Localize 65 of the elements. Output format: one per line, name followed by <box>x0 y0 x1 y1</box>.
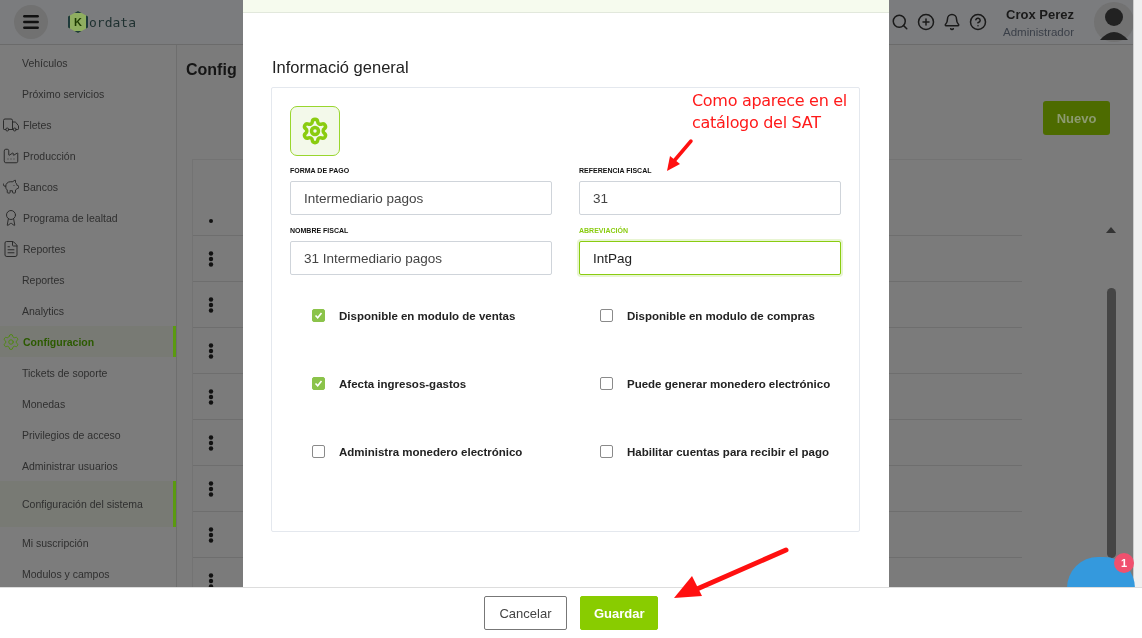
arrow-icon <box>664 139 694 173</box>
logo-mark: K <box>68 11 88 33</box>
window-scrollbar[interactable] <box>1133 0 1142 588</box>
check-icon <box>314 311 323 320</box>
checkbox[interactable] <box>600 309 613 322</box>
scroll-up-icon[interactable] <box>1106 227 1116 233</box>
sidebar-item[interactable]: Bancos <box>0 171 176 202</box>
avatar[interactable] <box>1094 2 1134 42</box>
new-button[interactable]: Nuevo <box>1043 101 1110 135</box>
save-button[interactable]: Guardar <box>580 596 658 630</box>
option-label: Afecta ingresos-gastos <box>339 377 467 392</box>
option-label: Habilitar cuentas para recibir el pago <box>627 445 829 460</box>
option-label: Disponible en modulo de ventas <box>339 309 516 324</box>
input-field[interactable]: 31 Intermediario pagos <box>290 241 552 275</box>
sidebar-item[interactable]: Próximo servicios <box>0 78 176 109</box>
sidebar-item[interactable]: Fletes <box>0 109 176 140</box>
help-icon[interactable] <box>969 13 988 31</box>
user-name: Crox Perez <box>1006 6 1074 22</box>
document-icon <box>2 239 20 258</box>
section-title: Informació general <box>272 58 410 77</box>
sidebar-item[interactable]: Producción <box>0 140 176 171</box>
sidebar-item[interactable]: Reportes <box>0 233 176 264</box>
checkbox[interactable] <box>600 445 613 458</box>
settings-icon <box>2 332 20 351</box>
add-icon[interactable] <box>917 13 936 31</box>
truck-icon <box>2 115 20 134</box>
annotation-text: Como aparece en el catálogo del SAT <box>692 90 848 134</box>
sidebar-item[interactable]: Reportes <box>0 264 176 295</box>
bell-icon[interactable] <box>943 13 962 31</box>
logo-text: ordata <box>89 14 136 30</box>
checkbox[interactable] <box>312 309 325 322</box>
menu-icon <box>21 12 41 32</box>
page-title: Config <box>186 61 237 79</box>
option-label: Puede generar monedero electrónico <box>627 377 831 392</box>
kebab-icon[interactable] <box>208 572 214 589</box>
sidebar-item[interactable]: Analytics <box>0 295 176 326</box>
settings-icon <box>301 117 329 145</box>
checkbox[interactable] <box>600 377 613 390</box>
sidebar-item[interactable]: Tickets de soporte <box>0 357 176 388</box>
sidebar-item[interactable]: Administrar usuarios <box>0 450 176 481</box>
checkbox[interactable] <box>312 445 325 458</box>
dot-icon <box>209 219 213 223</box>
sidebar-item[interactable]: Privilegios de acceso <box>0 419 176 450</box>
scrollbar-thumb[interactable] <box>1106 288 1116 558</box>
input-field[interactable]: Intermediario pagos <box>290 181 552 215</box>
sidebar-item[interactable]: Modulos y campos <box>0 558 176 589</box>
cancel-button[interactable]: Cancelar <box>484 596 567 630</box>
user-role: Administrador <box>1003 25 1074 38</box>
input-field[interactable]: IntPag <box>579 241 841 275</box>
input-field[interactable]: 31 <box>579 181 841 215</box>
checkbox[interactable] <box>312 377 325 390</box>
notification-badge: 1 <box>1114 553 1134 573</box>
option-label: Disponible en modulo de compras <box>627 309 815 324</box>
sidebar-item[interactable]: Mi suscripción <box>0 527 176 558</box>
option-label: Administra monedero electrónico <box>339 445 523 460</box>
sidebar-item[interactable]: Monedas <box>0 388 176 419</box>
sidebar-item[interactable]: Vehículos <box>0 47 176 78</box>
check-icon <box>314 379 323 388</box>
menu-button[interactable] <box>14 5 48 39</box>
search-icon[interactable] <box>891 13 910 31</box>
piggy-bank-icon <box>2 177 20 196</box>
sidebar-item[interactable]: Programa de lealtad <box>0 202 176 233</box>
sidebar-item[interactable]: Configuracion <box>0 326 176 357</box>
factory-icon <box>2 146 20 165</box>
sidebar-item[interactable]: Configuración del sistema <box>0 481 176 527</box>
